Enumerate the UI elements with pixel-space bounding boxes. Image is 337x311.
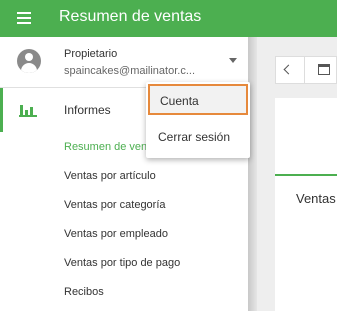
hamburger-menu-icon[interactable] xyxy=(15,9,33,27)
date-toolbar xyxy=(275,56,337,84)
menu-item-label: Cuenta xyxy=(160,94,199,108)
app-bar: Resumen de ventas xyxy=(0,0,337,37)
tab-ventas[interactable]: Ventas xyxy=(296,191,336,206)
account-email: spaincakes@mailinator.c... xyxy=(64,65,196,77)
caret-down-icon[interactable] xyxy=(229,58,237,63)
summary-card: Ventas xyxy=(275,98,337,311)
menu-item-cuenta[interactable]: Cuenta xyxy=(148,84,248,115)
nav-item-ventas-por-tipo-de-pago[interactable]: Ventas por tipo de pago xyxy=(64,257,180,269)
nav-item-ventas-por-categoria[interactable]: Ventas por categoría xyxy=(64,199,166,211)
nav-item-resumen-de-ventas[interactable]: Resumen de vent xyxy=(64,141,150,153)
nav-section-label: Informes xyxy=(64,103,111,117)
navigation-drawer: Propietario spaincakes@mailinator.c... I… xyxy=(0,37,248,311)
toolbar-divider xyxy=(304,57,305,83)
menu-item-cerrar-sesion[interactable]: Cerrar sesión xyxy=(146,120,250,154)
account-role: Propietario xyxy=(64,48,118,60)
account-dropdown-menu: Cuenta Cerrar sesión xyxy=(146,82,250,158)
menu-item-label: Cerrar sesión xyxy=(158,130,231,144)
account-header[interactable]: Propietario spaincakes@mailinator.c... xyxy=(0,37,248,88)
nav-item-ventas-por-empleado[interactable]: Ventas por empleado xyxy=(64,228,168,240)
calendar-icon[interactable] xyxy=(318,64,330,75)
bar-chart-icon xyxy=(19,103,37,117)
nav-item-ventas-por-articulo[interactable]: Ventas por artículo xyxy=(64,170,156,182)
tab-underline xyxy=(275,174,337,176)
page-title: Resumen de ventas xyxy=(59,8,202,25)
active-indicator xyxy=(0,88,3,132)
drawer-edge xyxy=(248,37,257,311)
chevron-left-icon[interactable] xyxy=(283,64,294,75)
account-circle-icon xyxy=(17,49,41,73)
nav-item-recibos[interactable]: Recibos xyxy=(64,286,104,298)
